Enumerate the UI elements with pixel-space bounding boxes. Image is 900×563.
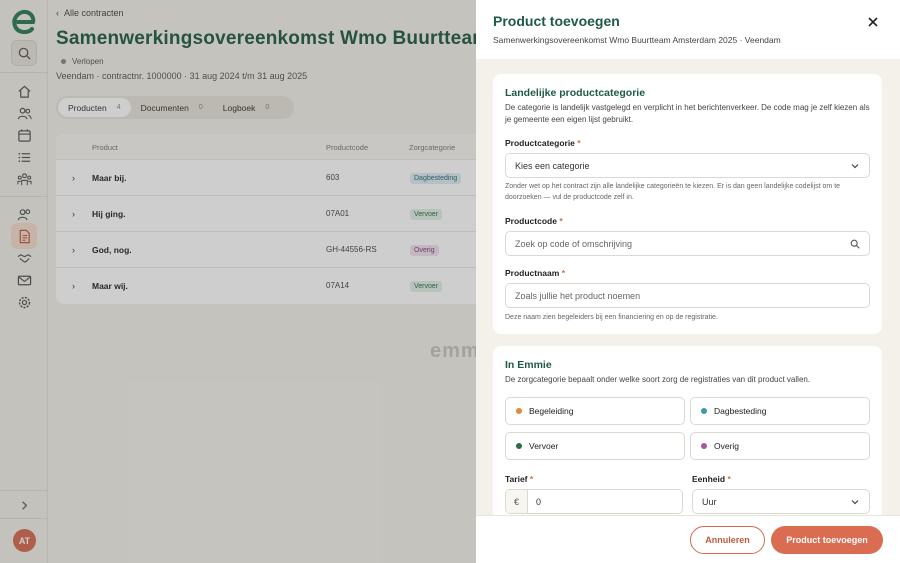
close-icon[interactable] xyxy=(866,15,880,29)
eenheid-label: Eenheid * xyxy=(692,474,731,484)
card-title: In Emmie xyxy=(505,359,552,371)
card-description: De zorgcategorie bepaalt onder welke soo… xyxy=(505,375,811,384)
cancel-button[interactable]: Annuleren xyxy=(690,526,765,554)
modal-backdrop[interactable] xyxy=(0,0,476,563)
option-begeleiding[interactable]: Begeleiding xyxy=(505,397,685,425)
search-icon xyxy=(850,239,860,249)
productcategorie-label: Productcategorie * xyxy=(505,138,581,148)
add-product-button[interactable]: Product toevoegen xyxy=(771,526,883,554)
dot-icon xyxy=(701,408,707,414)
productnaam-help: Deze naam zien begeleiders bij een finan… xyxy=(505,314,718,321)
dot-icon xyxy=(701,443,707,449)
productcode-search-input[interactable]: Zoek op code of omschrijving xyxy=(505,231,870,256)
productcategorie-select[interactable]: Kies een categorie xyxy=(505,153,870,178)
productnaam-label: Productnaam * xyxy=(505,268,566,278)
option-overig[interactable]: Overig xyxy=(690,432,870,460)
add-product-panel: Product toevoegen Samenwerkingsovereenko… xyxy=(476,0,900,563)
panel-title: Product toevoegen xyxy=(493,13,620,29)
option-vervoer[interactable]: Vervoer xyxy=(505,432,685,460)
tarief-label: Tarief * xyxy=(505,474,534,484)
in-emmie-card: In Emmie De zorgcategorie bepaalt onder … xyxy=(493,346,882,515)
productcategorie-help: Zonder wet op het contract zijn alle lan… xyxy=(505,183,841,201)
dot-icon xyxy=(516,443,522,449)
currency-prefix: € xyxy=(506,490,528,513)
option-dagbesteding[interactable]: Dagbesteding xyxy=(690,397,870,425)
national-category-card: Landelijke productcategorie De categorie… xyxy=(493,74,882,334)
chevron-down-icon xyxy=(851,500,859,505)
panel-footer: Annuleren Product toevoegen xyxy=(476,515,900,563)
card-title: Landelijke productcategorie xyxy=(505,87,646,99)
chevron-down-icon xyxy=(851,164,859,169)
tarief-input[interactable]: € 0 xyxy=(505,489,683,514)
eenheid-select[interactable]: Uur xyxy=(692,489,870,514)
productnaam-input[interactable]: Zoals jullie het product noemen xyxy=(505,283,870,308)
productcode-label: Productcode * xyxy=(505,216,563,226)
panel-subtitle: Samenwerkingsovereenkomst Wmo Buurtteam … xyxy=(493,35,781,45)
card-description: De categorie is landelijk vastgelegd en … xyxy=(505,103,870,124)
panel-body[interactable]: Landelijke productcategorie De categorie… xyxy=(476,59,900,515)
dot-icon xyxy=(516,408,522,414)
